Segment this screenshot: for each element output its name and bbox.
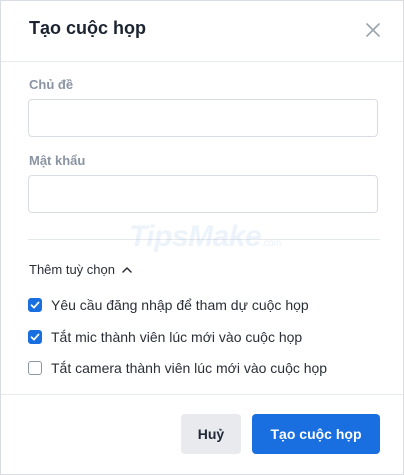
option-mute-mic[interactable]: Tắt mic thành viên lúc mới vào cuộc họp (28, 329, 302, 345)
chevron-up-icon (122, 266, 132, 273)
option-label: Tắt mic thành viên lúc mới vào cuộc họp (51, 329, 303, 345)
require-login-checkbox[interactable] (28, 298, 42, 312)
more-options-label: Thêm tuỳ chọn (29, 262, 115, 277)
option-label: Tắt camera thành viên lúc mới vào cuộc h… (51, 360, 328, 376)
option-label: Yêu cầu đăng nhập để tham dự cuộc họp (51, 297, 309, 313)
watermark-logo: TipsMake.com (129, 220, 281, 253)
checkmark-icon (30, 333, 40, 341)
close-icon (366, 23, 380, 37)
mute-mic-checkbox[interactable] (28, 330, 42, 344)
footer-divider (1, 394, 403, 395)
dialog-title: Tạo cuộc họp (29, 18, 146, 38)
checkmark-icon (30, 301, 40, 309)
topic-input[interactable] (28, 99, 378, 137)
more-options-toggle[interactable]: Thêm tuỳ chọn (29, 262, 133, 277)
disable-camera-checkbox[interactable] (28, 361, 42, 375)
close-button[interactable] (363, 20, 383, 40)
option-disable-camera[interactable]: Tắt camera thành viên lúc mới vào cuộc h… (28, 360, 327, 376)
topic-label: Chủ đề (29, 77, 74, 92)
password-label: Mật khẩu (29, 153, 86, 168)
password-input[interactable] (28, 175, 378, 213)
section-divider (28, 239, 380, 240)
dialog-header: Tạo cuộc họp (1, 1, 403, 62)
create-meeting-dialog: Tạo cuộc họp Chủ đề Mật khẩu TipsMake.co… (0, 0, 404, 475)
create-meeting-button[interactable]: Tạo cuộc họp (252, 414, 380, 454)
option-require-login[interactable]: Yêu cầu đăng nhập để tham dự cuộc họp (28, 297, 309, 313)
cancel-button[interactable]: Huỷ (181, 414, 241, 454)
